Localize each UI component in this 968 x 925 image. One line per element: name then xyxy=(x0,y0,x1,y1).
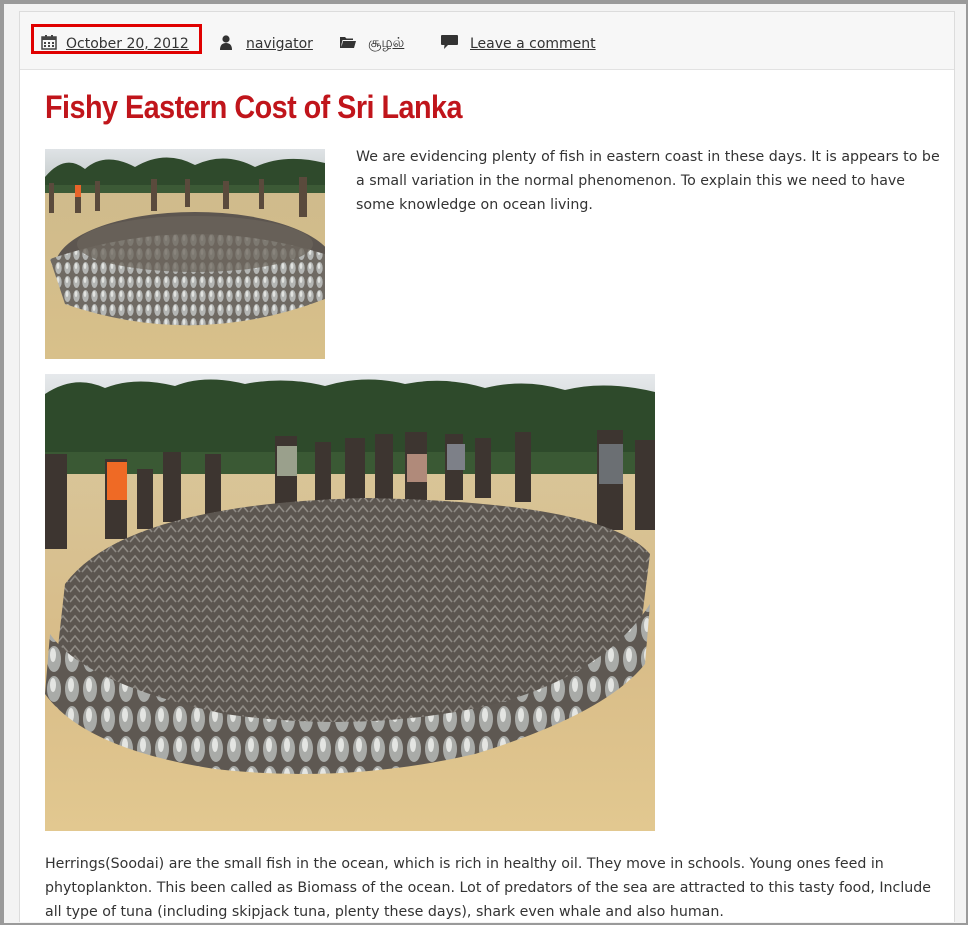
folder-icon xyxy=(340,36,356,53)
author-link[interactable]: navigator xyxy=(246,36,313,52)
fish-pile-photo-large[interactable] xyxy=(45,374,655,831)
post-title[interactable]: Fishy Eastern Cost of Sri Lanka xyxy=(45,89,463,126)
post-intro-paragraph: We are evidencing plenty of fish in east… xyxy=(356,149,940,213)
leave-comment-link[interactable]: Leave a comment xyxy=(470,36,596,52)
category-link[interactable]: சூழல் xyxy=(368,35,404,53)
post-body-paragraph: Herrings(Soodai) are the small fish in t… xyxy=(45,856,932,920)
post-card: October 20, 2012 navigator சூழல் Leave a… xyxy=(19,11,955,922)
comment-icon xyxy=(440,34,459,54)
post-date: October 20, 2012 xyxy=(41,32,189,56)
post-category: சூழல் xyxy=(340,32,404,56)
fish-pile-photo-small[interactable] xyxy=(45,149,325,359)
post-meta-bar: October 20, 2012 navigator சூழல் Leave a… xyxy=(20,12,954,70)
post-date-link[interactable]: October 20, 2012 xyxy=(66,36,189,52)
post-comments: Leave a comment xyxy=(440,32,596,56)
user-icon xyxy=(220,34,232,54)
calendar-icon xyxy=(41,34,57,54)
post-author: navigator xyxy=(220,32,313,56)
